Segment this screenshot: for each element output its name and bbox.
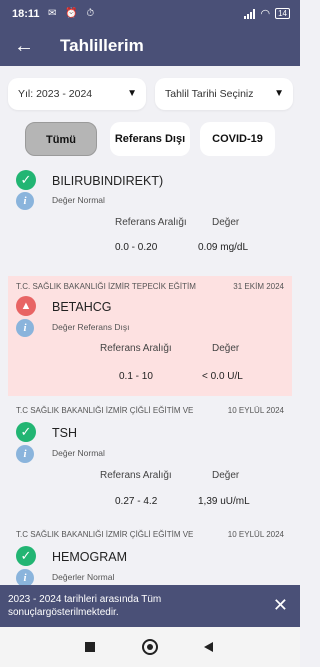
close-icon[interactable]: ✕ — [273, 594, 288, 616]
result-value: 0.09 mg/dL — [198, 242, 249, 253]
value-header: Değer — [212, 343, 240, 354]
notification-icons: ✉ ⏰ ⏱ — [48, 8, 98, 19]
home-icon[interactable] — [140, 637, 160, 657]
app-bar: ← Tahlillerim — [0, 28, 300, 66]
recents-icon[interactable] — [80, 637, 100, 657]
snackbar: 2023 - 2024 tarihleri arasında Tüm sonuç… — [0, 585, 300, 627]
battery-icon: 14 — [275, 8, 290, 19]
result-date: 10 EYLÜL 2024 — [227, 406, 284, 415]
hospital-name: T.C SAĞLIK BAKANLIĞI İZMİR ÇİĞLİ EĞİTİM … — [16, 406, 194, 415]
tab-covid[interactable]: COVID-19 — [200, 122, 275, 156]
value-status: Değer Referans Dışı — [52, 322, 130, 332]
info-icon[interactable]: i — [16, 445, 34, 463]
reference-range: 0.27 - 4.2 — [115, 496, 158, 507]
info-icon[interactable]: i — [16, 319, 34, 337]
result-card[interactable]: T.C SAĞLIK BAKANLIĞI İZMİR ÇİĞLİ EĞİTİM … — [8, 400, 292, 518]
year-dropdown-value: Yıl: 2023 - 2024 — [18, 88, 93, 100]
result-date: 10 EYLÜL 2024 — [227, 530, 284, 539]
tab-all[interactable]: Tümü — [25, 122, 97, 156]
result-value: 1,39 uU/mL — [198, 496, 250, 507]
info-icon[interactable]: i — [16, 192, 34, 210]
check-icon: ✓ — [16, 170, 36, 190]
warning-icon: ▲ — [16, 296, 36, 316]
reference-range-header: Referans Aralığı — [115, 217, 187, 228]
value-header: Değer — [212, 470, 240, 481]
value-status: Değer Normal — [52, 448, 105, 458]
test-name: TSH — [52, 426, 77, 440]
test-name: HEMOGRAM — [52, 550, 127, 564]
back-icon[interactable] — [200, 637, 220, 657]
tab-out-of-reference[interactable]: Referans Dışı — [110, 122, 190, 156]
result-card-alert[interactable]: T.C. SAĞLIK BAKANLIĞI İZMİR TEPECİK EĞİT… — [8, 276, 292, 396]
result-value: < 0.0 U/L — [202, 371, 243, 382]
reference-range: 0.0 - 0.20 — [115, 242, 158, 253]
snackbar-message: 2023 - 2024 tarihleri arasında Tüm sonuç… — [8, 594, 162, 618]
status-bar: 18:11 ✉ ⏰ ⏱ ◠ 14 — [0, 0, 300, 28]
result-date: 31 EKİM 2024 — [233, 282, 284, 291]
date-dropdown-placeholder: Tahlil Tarihi Seçiniz — [165, 88, 254, 100]
hospital-name: T.C SAĞLIK BAKANLIĞI İZMİR ÇİĞLİ EĞİTİM … — [16, 530, 194, 539]
page-title: Tahlillerim — [60, 36, 144, 55]
year-dropdown[interactable]: Yıl: 2023 - 2024 ▼ — [8, 78, 146, 110]
status-time: 18:11 — [12, 8, 40, 20]
result-card[interactable]: ✓ BILIRUBINDIREKT) i Değer Normal Refera… — [8, 165, 292, 270]
caret-down-icon: ▼ — [274, 88, 284, 99]
hospital-name: T.C. SAĞLIK BAKANLIĞI İZMİR TEPECİK EĞİT… — [16, 282, 196, 291]
signal-icon — [244, 8, 256, 19]
check-icon: ✓ — [16, 422, 36, 442]
check-icon: ✓ — [16, 546, 36, 566]
value-status: Değerler Normal — [52, 572, 115, 582]
info-icon[interactable]: i — [16, 569, 34, 585]
test-name: BILIRUBINDIREKT) — [52, 174, 164, 188]
caret-down-icon: ▼ — [127, 88, 137, 99]
value-status: Değer Normal — [52, 195, 105, 205]
value-header: Değer — [212, 217, 240, 228]
back-arrow-icon[interactable]: ← — [12, 34, 36, 58]
result-card[interactable]: T.C SAĞLIK BAKANLIĞI İZMİR ÇİĞLİ EĞİTİM … — [8, 524, 292, 585]
system-nav-bar — [0, 627, 300, 667]
reference-range-header: Referans Aralığı — [100, 343, 172, 354]
wifi-icon: ◠ — [260, 8, 271, 20]
test-name: BETAHCG — [52, 300, 112, 314]
reference-range-header: Referans Aralığı — [100, 470, 172, 481]
reference-range: 0.1 - 10 — [119, 371, 153, 382]
date-dropdown[interactable]: Tahlil Tarihi Seçiniz ▼ — [155, 78, 293, 110]
